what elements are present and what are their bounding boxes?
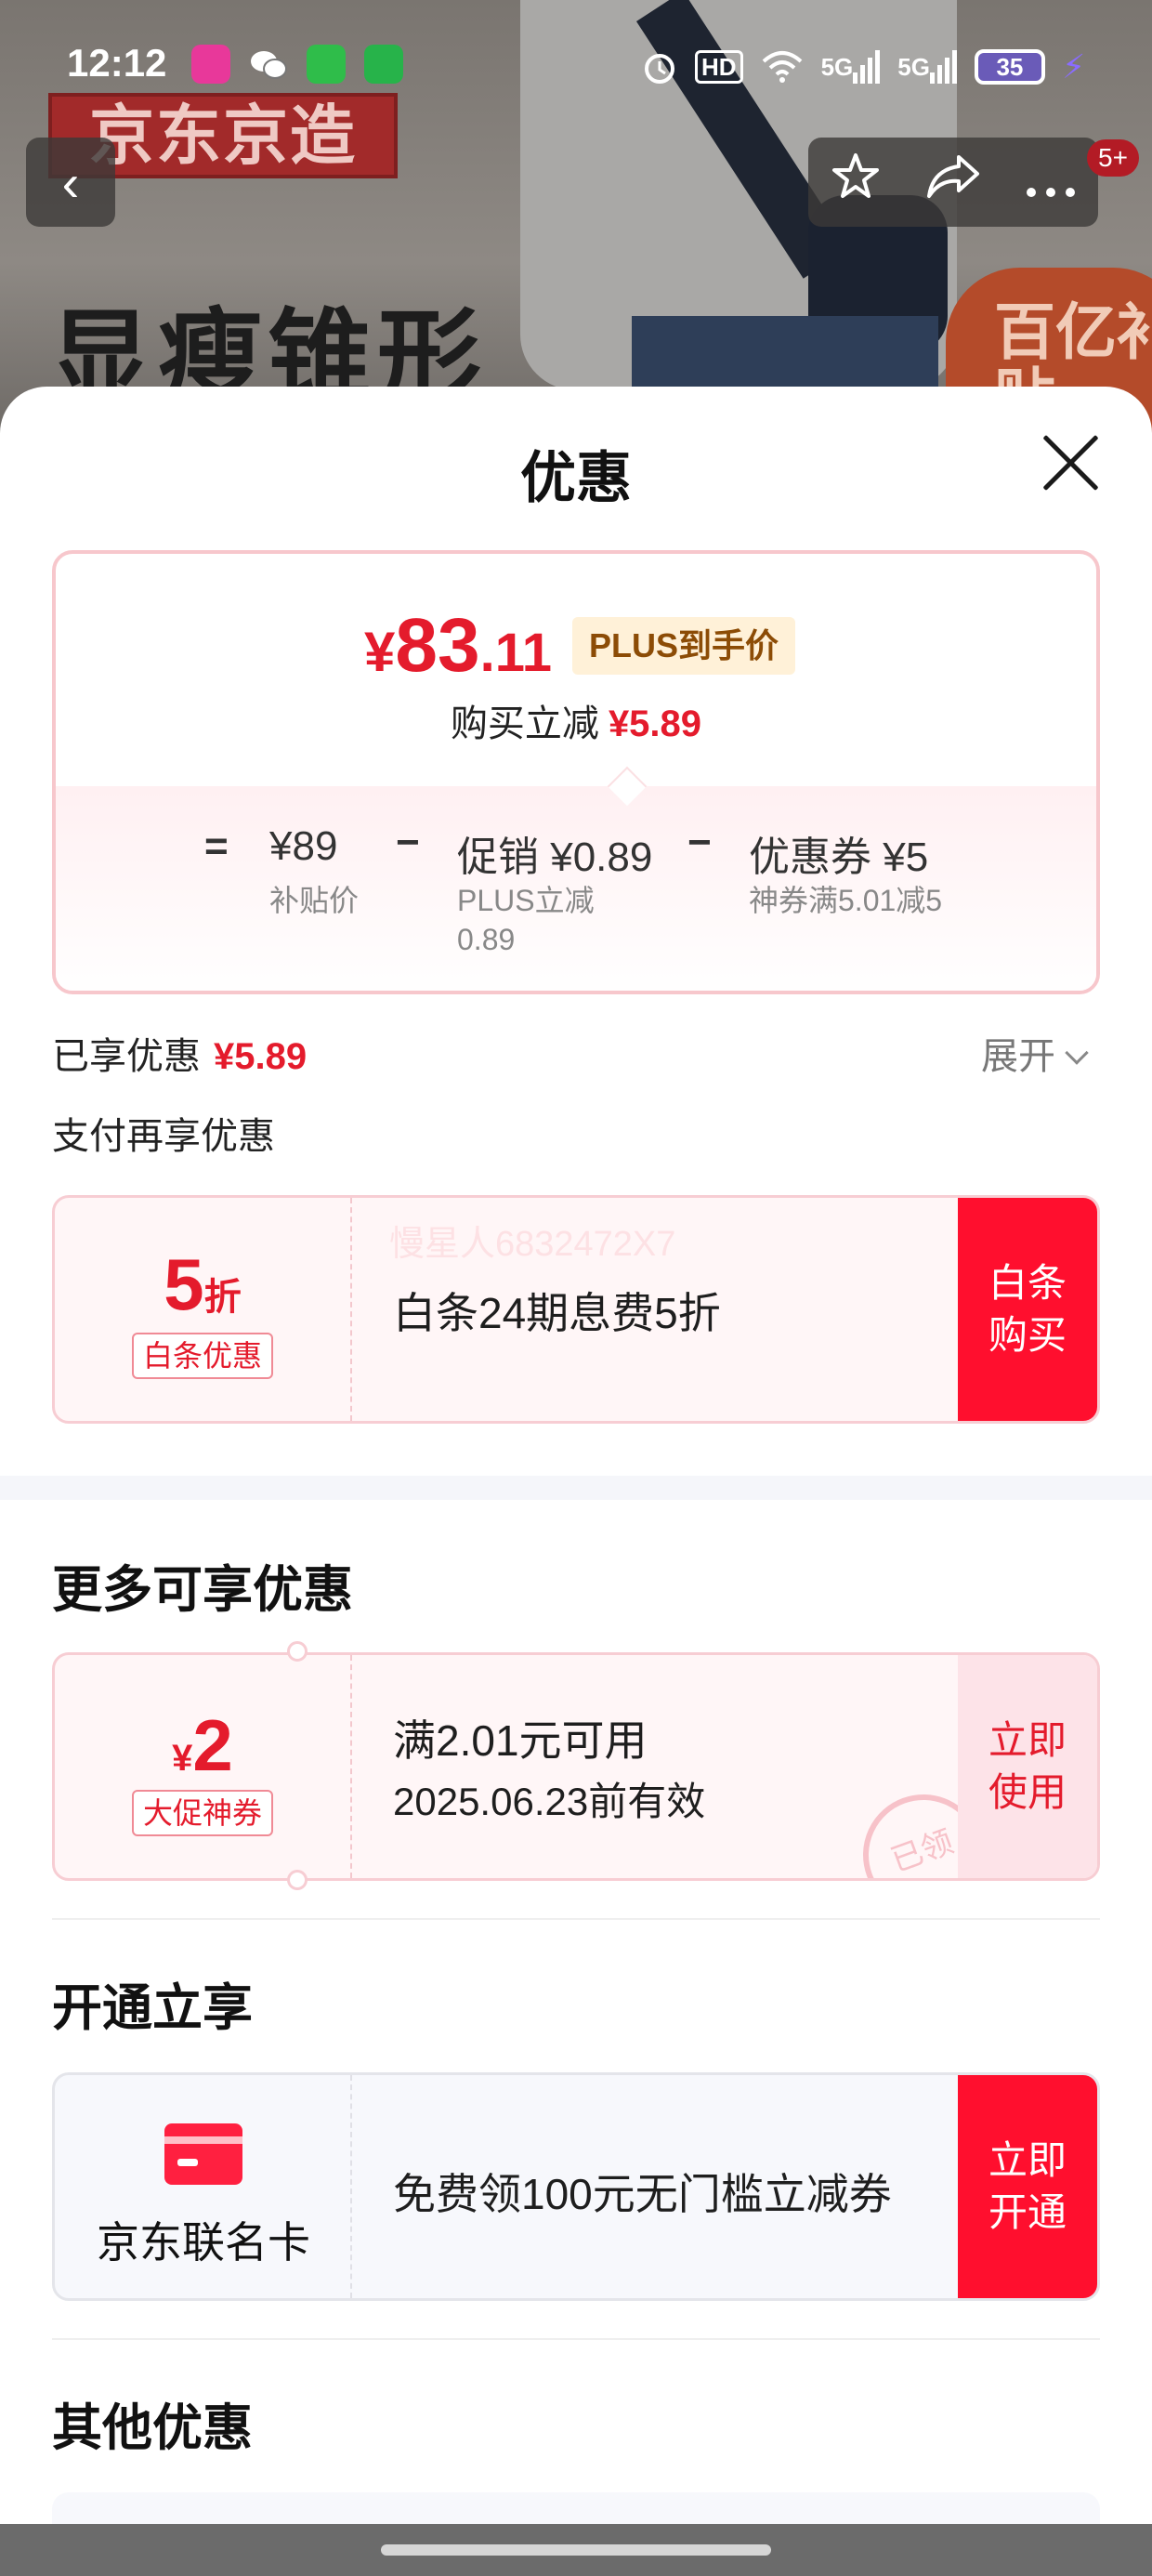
base-price: ¥89 [269, 823, 338, 869]
wifi-icon [760, 48, 805, 85]
enjoyed-value: ¥5.89 [214, 1036, 308, 1077]
baitiao-buy-button[interactable]: 白条购买 [958, 1198, 1097, 1421]
coupon-label: 优惠券 [749, 835, 871, 880]
promo-value: ¥0.89 [550, 835, 653, 880]
user-watermark: 慢星人6832472X7 [389, 1225, 676, 1264]
baitiao-discount-num: 5 [164, 1243, 204, 1325]
status-right-icons: HD 5G 5G 35 ⚡ [641, 45, 1085, 89]
promo-coupon-value: 2 [192, 1704, 233, 1786]
co-branded-card-label: 京东联名卡 [97, 2218, 310, 2267]
status-bar: 12:12 HD 5G 5G 35 ⚡ [0, 35, 1152, 104]
price-integer: 83 [395, 603, 480, 688]
promo-label: 促销 [457, 835, 539, 880]
co-branded-card[interactable]: 京东联名卡 免费领100元无门槛立减券 立即开通 [52, 2072, 1100, 2301]
price-decimal: .11 [479, 623, 553, 683]
home-indicator[interactable] [381, 2544, 771, 2556]
enjoyed-discount: 已享优惠 ¥5.89 [52, 1026, 307, 1080]
open-section-title: 开通立享 [52, 1980, 253, 2036]
baitiao-discount-unit: 折 [203, 1277, 242, 1318]
share-icon[interactable] [925, 151, 981, 214]
baitiao-coupon-card[interactable]: 5折 白条优惠 慢星人6832472X7 白条24期息费5折 白条购买 [52, 1195, 1100, 1424]
co-branded-card-left: 京东联名卡 [55, 2075, 352, 2298]
instant-discount-value: ¥5.89 [608, 703, 702, 744]
coupon: 优惠券 ¥5 [749, 823, 928, 883]
equals-sign: = [204, 823, 229, 869]
alarm-icon [641, 48, 678, 85]
pay-more-label: 支付再享优惠 [52, 1116, 275, 1157]
instant-discount: 购买立减 ¥5.89 [56, 693, 1096, 747]
sheet-title: 优惠 [520, 447, 632, 509]
signal-5g-icon: 5G [821, 50, 882, 84]
base-price-label: 补贴价 [269, 884, 360, 917]
instant-discount-label: 购买立减 [450, 703, 599, 744]
charging-icon: ⚡ [1061, 47, 1086, 85]
promo-coupon-left: ¥2 大促神券 [55, 1655, 352, 1878]
baitiao-coupon-left: 5折 白条优惠 [55, 1198, 352, 1421]
promo-sub: PLUS立减 0.89 [457, 881, 595, 959]
promo-coupon-condition: 满2.01元可用 [393, 1716, 648, 1765]
more-icon[interactable] [1026, 154, 1076, 210]
coupon-value: ¥5 [883, 835, 929, 880]
minus-sign: − [396, 820, 420, 865]
notification-app-icon [191, 45, 230, 84]
price-breakdown-card: ¥83.11 PLUS到手价 购买立减 ¥5.89 = ¥89 补贴价 − 促销 … [52, 550, 1100, 994]
battery-icon: 35 [974, 49, 1045, 85]
promo-coupon-tag: 大促神券 [131, 1790, 273, 1836]
cart-count-badge: 5+ [1087, 139, 1139, 177]
network-label: 5G [820, 52, 854, 81]
final-price: ¥83.11 [364, 602, 552, 690]
plus-price-tag: PLUS到手价 [572, 617, 796, 675]
promo-coupon-validity: 2025.06.23前有效 [393, 1780, 706, 1823]
enjoyed-label: 已享优惠 [52, 1036, 201, 1077]
divider-2 [52, 2338, 1100, 2340]
big-promo-coupon-card[interactable]: ¥2 大促神券 满2.01元可用 2025.06.23前有效 已领 立即使用 [52, 1652, 1100, 1881]
section-divider [0, 1476, 1152, 1500]
expand-label: 展开 [981, 1036, 1055, 1077]
wechat-icon [249, 45, 288, 84]
promo: 促销 ¥0.89 [457, 823, 652, 883]
chevron-down-icon [1065, 1041, 1089, 1065]
back-button[interactable]: ‹ [26, 138, 115, 227]
baitiao-discount: 5折 [55, 1242, 350, 1327]
expand-button[interactable]: 展开 [981, 1026, 1089, 1080]
final-price-area: ¥83.11 PLUS到手价 购买立减 ¥5.89 [56, 554, 1096, 786]
hd-icon: HD [695, 50, 743, 84]
network-label-2: 5G [897, 52, 930, 81]
coupon-sub: 神券满5.01减5 [749, 884, 943, 917]
use-now-button[interactable]: 立即使用 [958, 1655, 1097, 1878]
other-discount-card [52, 2492, 1100, 2524]
ticket-notch-bottom [287, 1870, 308, 1890]
promo-sub-line2: 0.89 [457, 923, 516, 956]
baitiao-tag: 白条优惠 [131, 1333, 273, 1379]
credit-card-icon [164, 2123, 242, 2185]
promo-sub-line1: PLUS立减 [457, 884, 595, 917]
notification-app-icon-green [307, 45, 346, 84]
status-time: 12:12 [67, 41, 167, 85]
message-app-icon [364, 45, 403, 84]
promo-coupon-amount: ¥2 [55, 1703, 350, 1788]
divider [52, 1918, 1100, 1920]
chevron-left-icon: ‹ [61, 152, 80, 212]
price-currency: ¥ [364, 621, 396, 683]
ticket-notch-top [287, 1641, 308, 1662]
discount-sheet: 优惠 ¥83.11 PLUS到手价 购买立减 ¥5.89 = ¥89 补贴价 − … [0, 387, 1152, 2524]
baitiao-description: 白条24期息费5折 [393, 1289, 721, 1337]
more-discount-title: 更多可享优惠 [52, 1562, 353, 1618]
open-now-button[interactable]: 立即开通 [958, 2075, 1097, 2298]
signal-5g-icon-2: 5G [897, 50, 958, 84]
close-icon[interactable] [1039, 431, 1102, 494]
star-icon[interactable] [831, 151, 881, 214]
other-discount-title: 其他优惠 [52, 2400, 253, 2456]
home-bar [0, 2524, 1152, 2576]
top-action-bar [808, 138, 1098, 227]
promo-coupon-currency: ¥ [172, 1738, 193, 1779]
co-branded-card-description: 免费领100元无门槛立减券 [393, 2170, 892, 2218]
minus-sign-2: − [687, 820, 712, 865]
